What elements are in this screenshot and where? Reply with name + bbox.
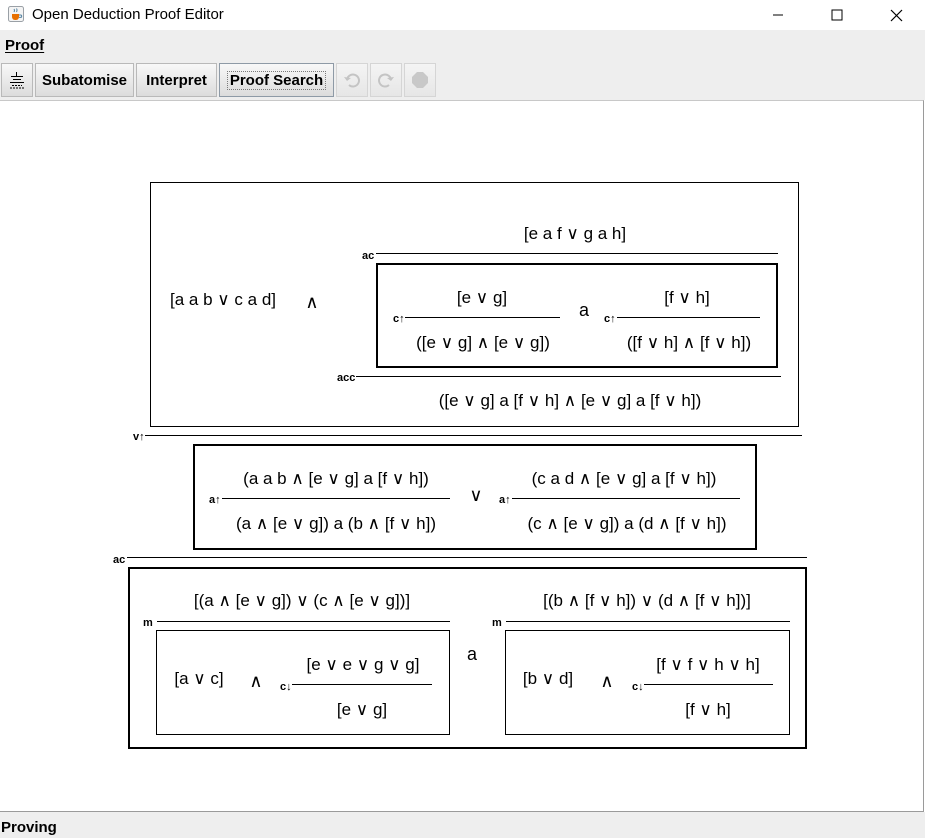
rule-line-vt: [145, 435, 802, 436]
stop-icon: [412, 72, 428, 88]
redo-button[interactable]: [370, 63, 402, 97]
acc-conclusion[interactable]: ([e ∨ g] a [f ∨ h] ∧ [e ∨ g] a [f ∨ h]): [439, 391, 702, 411]
at-right-conclusion[interactable]: (c ∧ [e ∨ g]) a (d ∧ [f ∨ h]): [527, 514, 726, 534]
rule-line-at-left: [222, 498, 450, 499]
at-right-premise[interactable]: (c a d ∧ [e ∨ g] a [f ∨ h]): [532, 469, 717, 489]
rule-line-cd-right: [644, 684, 773, 685]
cd-right-premise[interactable]: [f ∨ f ∨ h ∨ h]: [656, 655, 759, 675]
rule-label-cd-right: c↓: [632, 681, 644, 693]
rule-line-ac-top: [376, 253, 778, 254]
at-left-conclusion[interactable]: (a ∧ [e ∨ g]) a (b ∧ [f ∨ h]): [236, 514, 436, 534]
rule-label-ac-top: ac: [362, 250, 375, 262]
ct-left-conclusion[interactable]: ([e ∨ g] ∧ [e ∨ g]): [416, 333, 550, 353]
a-operator-bottom: a: [466, 644, 478, 664]
minimize-icon: [773, 14, 783, 16]
rule-label-ct-right: c↑: [604, 313, 616, 325]
top-premise[interactable]: [e a f ∨ g a h]: [524, 224, 626, 244]
stop-button[interactable]: [404, 63, 436, 97]
title-bar: Open Deduction Proof Editor: [0, 0, 925, 30]
m-left-inner-formula[interactable]: [a ∨ c]: [174, 669, 223, 689]
subatomise-button[interactable]: Subatomise: [35, 63, 134, 97]
rule-line-ac-middle: [127, 557, 807, 558]
cd-right-conclusion[interactable]: [f ∨ h]: [685, 700, 731, 720]
rule-line-acc: [356, 376, 781, 377]
left-formula[interactable]: [a a b ∨ c a d]: [170, 290, 276, 310]
menu-bar: Proof: [0, 30, 925, 60]
rule-label-at-right: a↑: [499, 494, 511, 506]
java-cup-icon: [8, 6, 24, 22]
rule-label-cd-left: c↓: [280, 681, 292, 693]
proof-layout-button[interactable]: [1, 63, 33, 97]
rule-label-ac-middle: ac: [113, 554, 126, 566]
m-left-conclusion[interactable]: [(a ∧ [e ∨ g]) ∨ (c ∧ [e ∨ g])]: [194, 591, 410, 611]
rule-label-at-left: a↑: [209, 494, 221, 506]
close-button[interactable]: [873, 0, 919, 30]
and-operator-right: ∧: [600, 671, 614, 691]
proof-canvas[interactable]: [a a b ∨ c a d] ∧ [e a f ∨ g a h] ac [e …: [0, 100, 924, 812]
proof-search-button[interactable]: Proof Search: [219, 63, 334, 97]
rule-label-acc: acc: [337, 372, 356, 384]
a-operator-top: a: [578, 300, 590, 320]
rule-line-cd-left: [292, 684, 432, 685]
rule-line-m-right: [506, 621, 790, 622]
proof-search-label: Proof Search: [226, 70, 327, 90]
and-operator-left: ∧: [249, 671, 263, 691]
or-operator: ∨: [469, 485, 483, 505]
toolbar: Subatomise Interpret Proof Search: [0, 60, 925, 100]
rule-line-ct-right: [617, 317, 760, 318]
at-left-premise[interactable]: (a a b ∧ [e ∨ g] a [f ∨ h]): [243, 469, 429, 489]
m-right-inner-formula[interactable]: [b ∨ d]: [523, 669, 573, 689]
minimize-button[interactable]: [755, 0, 801, 30]
window-title: Open Deduction Proof Editor: [32, 6, 224, 23]
rule-label-m-left: m: [143, 617, 153, 629]
status-text: Proving: [1, 819, 57, 836]
and-operator: ∧: [305, 292, 319, 312]
close-icon: [890, 9, 902, 21]
rule-line-ct-left: [405, 317, 560, 318]
cd-left-conclusion[interactable]: [e ∨ g]: [337, 700, 387, 720]
rule-label-m-right: m: [492, 617, 502, 629]
maximize-button[interactable]: [814, 0, 860, 30]
rule-label-vt: v↑: [133, 431, 145, 443]
m-right-conclusion[interactable]: [(b ∧ [f ∨ h]) ∨ (d ∧ [f ∨ h])]: [543, 591, 751, 611]
menu-proof[interactable]: Proof: [5, 37, 44, 54]
ct-right-premise[interactable]: [f ∨ h]: [664, 288, 710, 308]
cd-left-premise[interactable]: [e ∨ e ∨ g ∨ g]: [307, 655, 420, 675]
undo-button[interactable]: [336, 63, 368, 97]
status-bar: Proving: [0, 812, 925, 838]
rule-line-m-left: [157, 621, 450, 622]
interpret-button[interactable]: Interpret: [136, 63, 217, 97]
undo-icon: [344, 73, 360, 88]
maximize-icon: [831, 9, 843, 21]
proof-layout-icon: [10, 72, 24, 89]
ct-right-conclusion[interactable]: ([f ∨ h] ∧ [f ∨ h]): [627, 333, 751, 353]
redo-icon: [378, 73, 394, 88]
rule-label-ct-left: c↑: [393, 313, 405, 325]
rule-line-at-right: [512, 498, 740, 499]
ct-left-premise[interactable]: [e ∨ g]: [457, 288, 507, 308]
